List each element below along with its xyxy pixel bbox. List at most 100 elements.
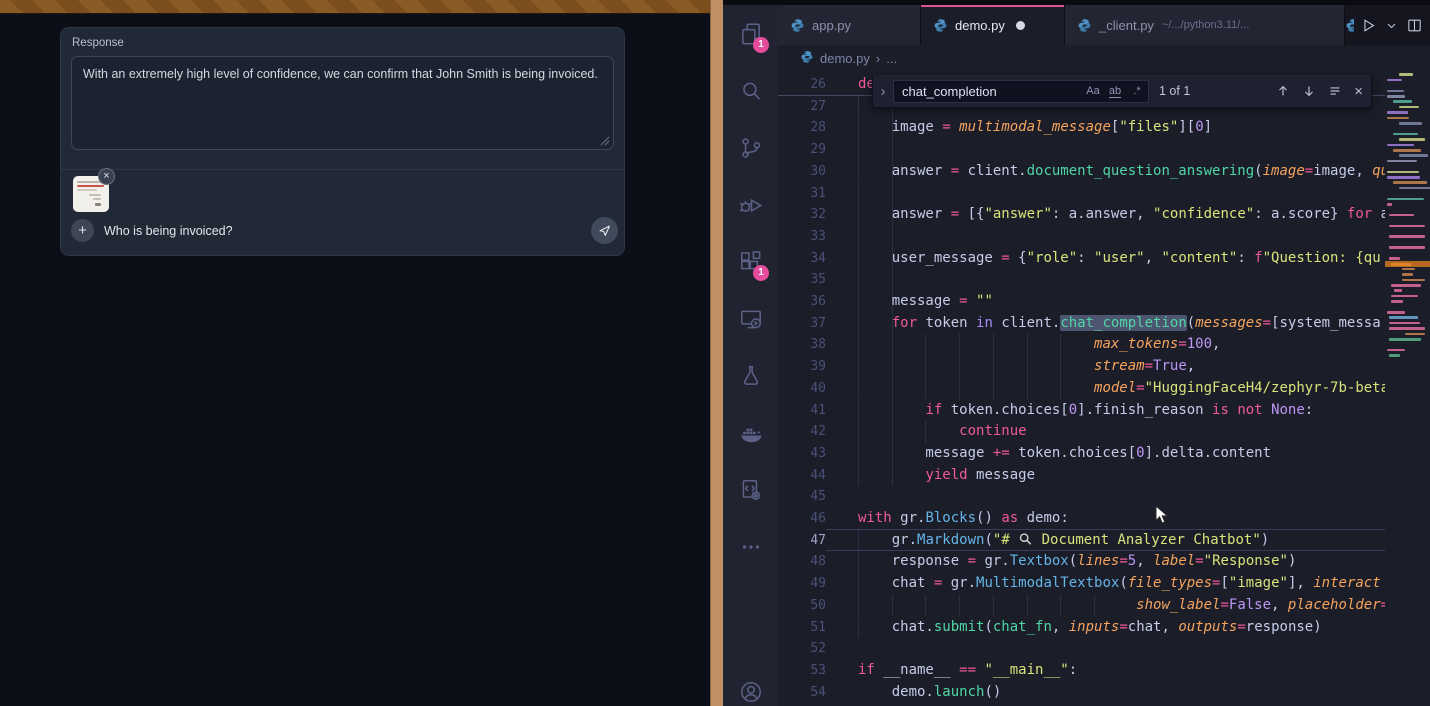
breadcrumb-more[interactable]: ... — [886, 51, 897, 66]
panel-divider — [61, 169, 624, 170]
find-input[interactable]: chat_completion Aa ab .* — [893, 80, 1149, 103]
code-line-51[interactable]: 51 chat.submit(chat_fn, inputs=chat, out… — [778, 617, 1430, 639]
indent-guide — [858, 226, 859, 248]
breadcrumb-separator-icon: › — [876, 51, 880, 66]
code-line-45[interactable]: 45 — [778, 486, 1430, 508]
line-number: 44 — [778, 465, 826, 487]
activity-explorer-icon[interactable]: 1 — [723, 5, 778, 62]
activity-code-runner-gear-icon[interactable] — [723, 461, 778, 518]
search-match-highlight: chat_completion — [1060, 315, 1186, 331]
line-number: 49 — [778, 573, 826, 595]
code-line-52[interactable]: 52 — [778, 638, 1430, 660]
code-line-37[interactable]: 37 for token in client.chat_completion(m… — [778, 313, 1430, 335]
tab-description: ~/.../python3.11/... — [1162, 19, 1250, 31]
code-line-48[interactable]: 48 response = gr.Textbox(lines=5, label=… — [778, 551, 1430, 573]
code-line-54[interactable]: 54 demo.launch() — [778, 682, 1430, 704]
split-editor-button[interactable] — [1402, 13, 1426, 37]
editor-tab-app.py[interactable]: app.py — [778, 5, 921, 45]
activity-more-icon[interactable] — [723, 518, 778, 575]
activity-account-icon[interactable] — [723, 663, 778, 706]
editor-tab-_client.py[interactable]: _client.py ~/.../python3.11/... — [1065, 5, 1345, 45]
code-line-39[interactable]: 39 stream=True, — [778, 356, 1430, 378]
add-file-button[interactable]: + — [71, 219, 94, 242]
run-button[interactable] — [1356, 13, 1380, 37]
window-top-edge — [723, 0, 1430, 5]
code-line-46[interactable]: 46with gr.Blocks() as demo: — [778, 508, 1430, 530]
line-number: 34 — [778, 248, 826, 270]
resize-handle-icon[interactable] — [600, 136, 610, 146]
code-line-33[interactable]: 33 — [778, 226, 1430, 248]
editor-tab-demo.py[interactable]: demo.py — [921, 5, 1065, 45]
window-stripe-bar — [0, 0, 710, 14]
code-line-28[interactable]: 28 image = multimodal_message["files"][0… — [778, 117, 1430, 139]
activity-badge: 1 — [753, 37, 769, 53]
find-in-selection-button[interactable] — [1328, 84, 1342, 98]
previous-match-button[interactable] — [1276, 84, 1290, 98]
find-toggle-replace-chevron[interactable]: › — [873, 83, 893, 100]
current-line-highlight — [826, 529, 1430, 551]
tab-bar: app.py demo.py _client.py ~/.../python3.1… — [778, 5, 1430, 45]
code-line-38[interactable]: 38 max_tokens=100, — [778, 334, 1430, 356]
activity-bar: 11 — [723, 5, 778, 706]
remove-attachment-button[interactable]: × — [98, 168, 115, 185]
partial-tab[interactable] — [1345, 5, 1354, 45]
activity-search-icon[interactable] — [723, 62, 778, 119]
find-query[interactable]: chat_completion — [902, 84, 1082, 99]
line-number: 28 — [778, 117, 826, 139]
next-match-button[interactable] — [1302, 84, 1316, 98]
code-line-50[interactable]: 50 show_label=False, placeholder= — [778, 595, 1430, 617]
chat-input[interactable]: Who is being invoiced? — [104, 224, 233, 238]
code-editor[interactable]: 26de2728 image = multimodal_message["fil… — [778, 72, 1430, 706]
code-line-43[interactable]: 43 message += token.choices[0].delta.con… — [778, 443, 1430, 465]
activity-docker-icon[interactable] — [723, 404, 778, 461]
code-line-30[interactable]: 30 answer = client.document_question_ans… — [778, 161, 1430, 183]
code-line-44[interactable]: 44 yield message — [778, 465, 1430, 487]
code-line-42[interactable]: 42 continue — [778, 421, 1430, 443]
minimap[interactable] — [1385, 72, 1430, 706]
send-icon — [597, 223, 612, 238]
line-number: 33 — [778, 226, 826, 248]
line-number: 53 — [778, 660, 826, 682]
tab-label: _client.py — [1099, 18, 1154, 33]
code-line-49[interactable]: 49 chat = gr.MultimodalTextbox(file_type… — [778, 573, 1430, 595]
code-line-36[interactable]: 36 message = "" — [778, 291, 1430, 313]
vscode-window: 11 app.py demo.py _client.py~/.../python… — [723, 0, 1430, 706]
line-number: 35 — [778, 269, 826, 291]
indent-guide — [858, 139, 859, 161]
line-number: 40 — [778, 378, 826, 400]
whole-word-toggle[interactable]: ab — [1104, 85, 1126, 97]
activity-source-control-icon[interactable] — [723, 119, 778, 176]
line-number: 43 — [778, 443, 826, 465]
indent-guide — [892, 269, 893, 291]
line-number: 29 — [778, 139, 826, 161]
run-dropdown-chevron[interactable] — [1384, 13, 1398, 37]
code-line-40[interactable]: 40 model="HuggingFaceH4/zephyr-7b-beta — [778, 378, 1430, 400]
code-line-53[interactable]: 53if __name__ == "__main__": — [778, 660, 1430, 682]
close-find-button[interactable]: × — [1354, 83, 1363, 100]
activity-remote-explorer-icon[interactable] — [723, 290, 778, 347]
breadcrumb-file[interactable]: demo.py — [820, 51, 870, 66]
activity-extensions-icon[interactable]: 1 — [723, 233, 778, 290]
line-number: 26 — [778, 74, 826, 96]
response-textbox[interactable]: With an extremely high level of confiden… — [71, 56, 614, 150]
code-line-32[interactable]: 32 answer = [{"answer": a.answer, "confi… — [778, 204, 1430, 226]
code-line-35[interactable]: 35 — [778, 269, 1430, 291]
window-divider[interactable] — [710, 0, 723, 706]
activity-run-and-debug-icon[interactable] — [723, 176, 778, 233]
line-number: 38 — [778, 334, 826, 356]
activity-testing-icon[interactable] — [723, 347, 778, 404]
match-case-toggle[interactable]: Aa — [1082, 85, 1104, 97]
unsaved-changes-dot[interactable] — [1016, 21, 1025, 30]
line-number: 52 — [778, 638, 826, 660]
line-number: 31 — [778, 183, 826, 205]
code-line-41[interactable]: 41 if token.choices[0].finish_reason is … — [778, 400, 1430, 422]
regex-toggle[interactable]: .* — [1126, 85, 1148, 97]
send-button[interactable] — [591, 217, 618, 244]
line-number: 51 — [778, 617, 826, 639]
line-number: 32 — [778, 204, 826, 226]
line-number: 54 — [778, 682, 826, 704]
code-line-34[interactable]: 34 user_message = {"role": "user", "cont… — [778, 248, 1430, 270]
code-line-29[interactable]: 29 — [778, 139, 1430, 161]
code-line-31[interactable]: 31 — [778, 183, 1430, 205]
gradio-panel: Response With an extremely high level of… — [60, 27, 625, 256]
